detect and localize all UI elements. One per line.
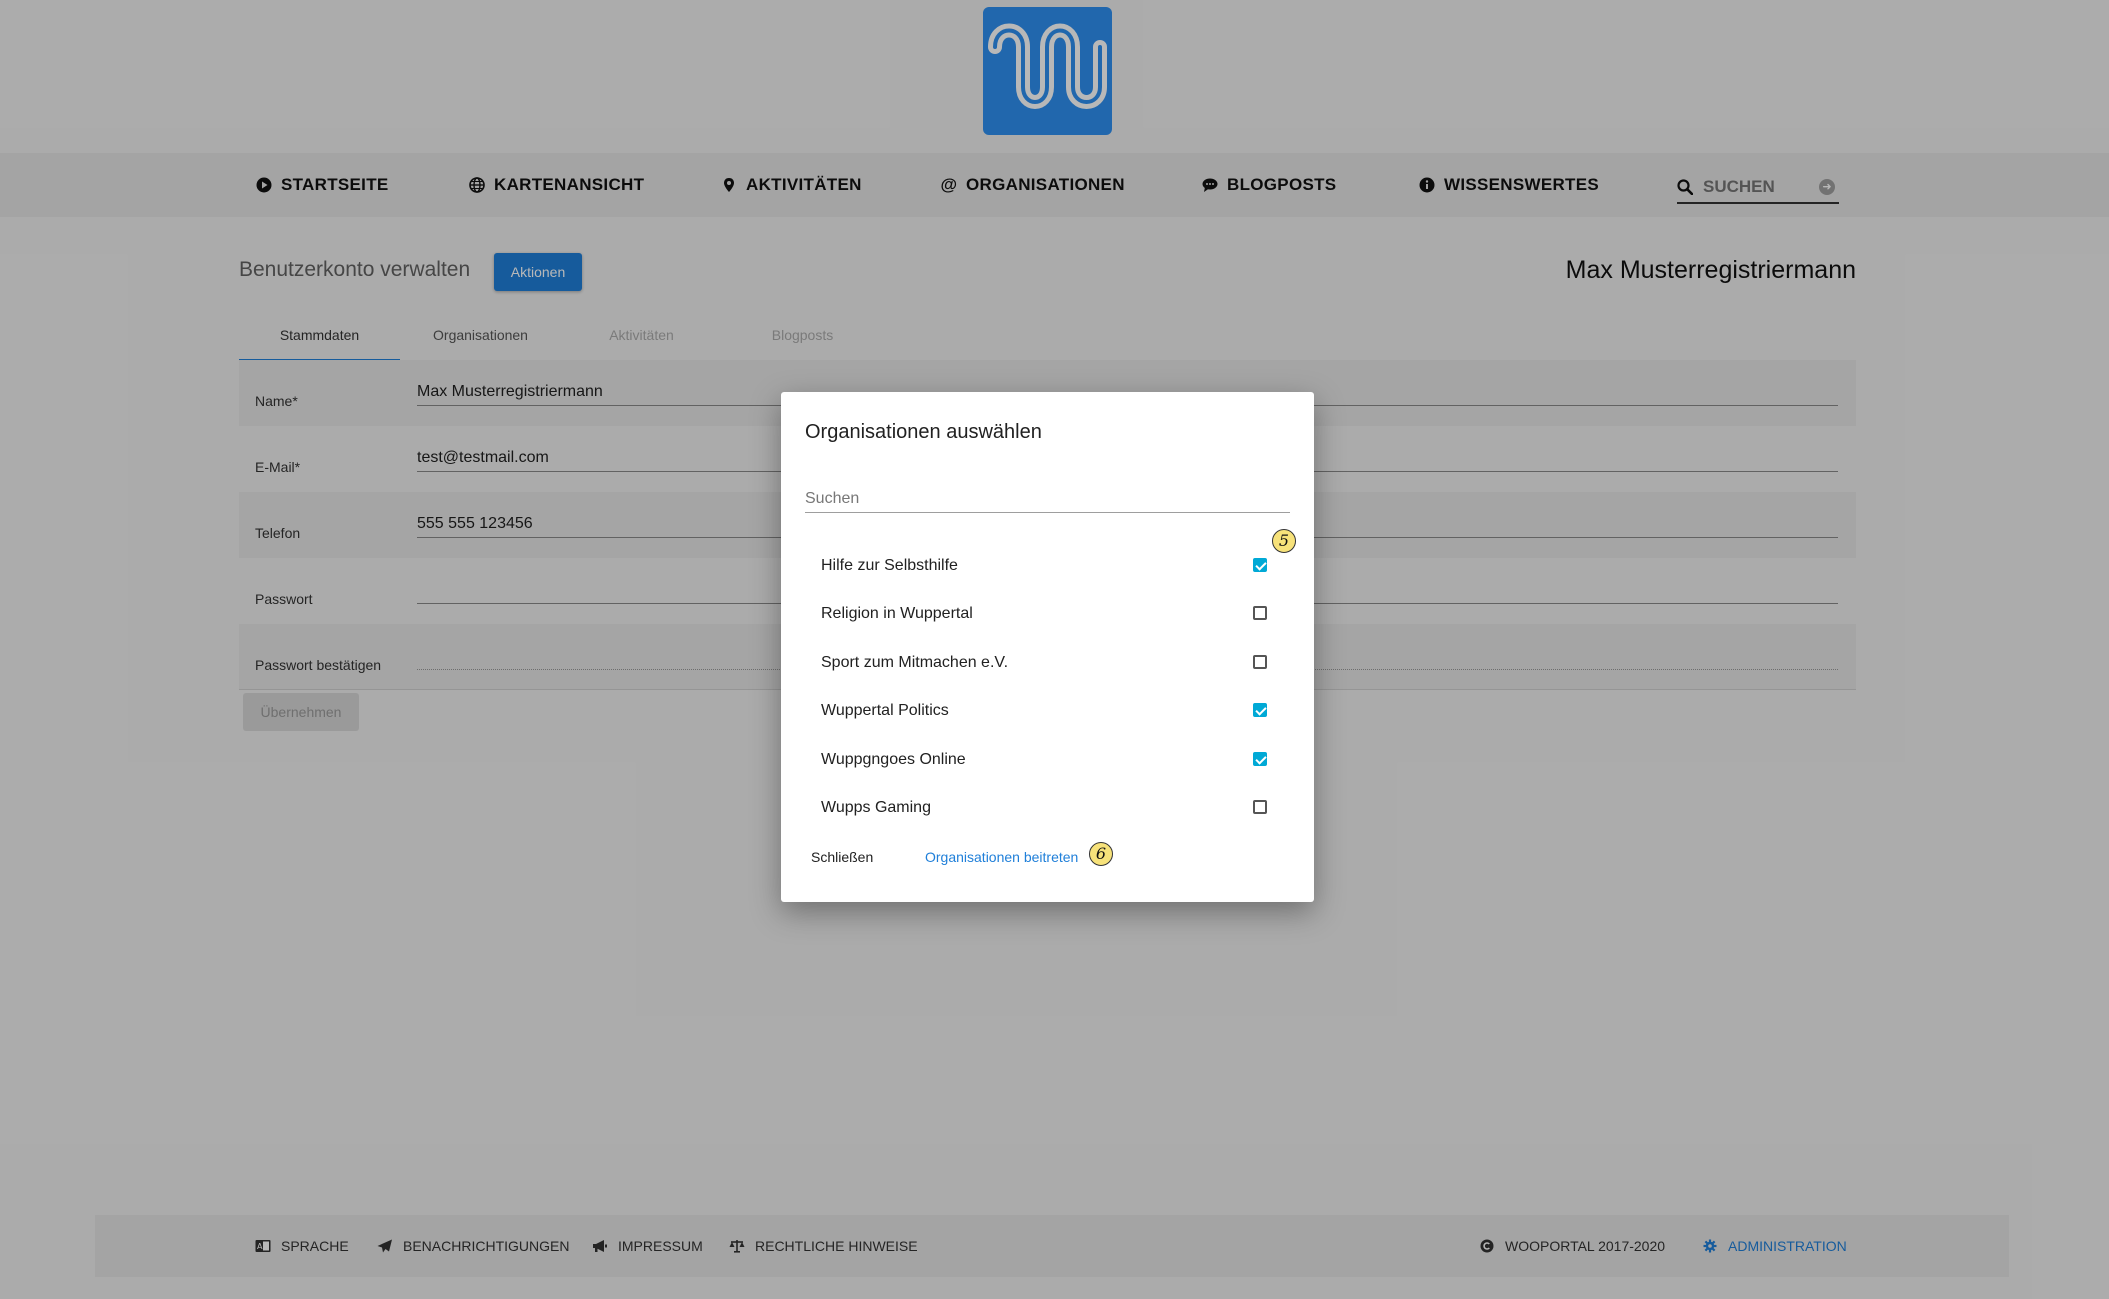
organization-option[interactable]: Hilfe zur Selbsthilfe <box>821 542 1275 590</box>
organization-checkbox[interactable] <box>1253 703 1267 717</box>
organization-label: Hilfe zur Selbsthilfe <box>821 557 958 574</box>
organization-option[interactable]: Religion in Wuppertal <box>821 590 1275 638</box>
organization-search-input[interactable] <box>805 486 1290 513</box>
step-marker: 6 <box>1089 842 1113 866</box>
select-organizations-dialog: Organisationen auswählen Hilfe zur Selbs… <box>781 392 1314 902</box>
organization-checkbox[interactable] <box>1253 606 1267 620</box>
organization-option[interactable]: Wupps Gaming <box>821 784 1275 832</box>
organization-label: Wuppgngoes Online <box>821 751 966 768</box>
step-marker: 5 <box>1272 529 1296 553</box>
join-organizations-button[interactable]: Organisationen beitreten <box>925 849 1078 865</box>
organization-option[interactable]: Wuppgngoes Online <box>821 736 1275 784</box>
organization-label: Religion in Wuppertal <box>821 605 973 622</box>
organization-label: Wuppertal Politics <box>821 702 949 719</box>
organization-label: Wupps Gaming <box>821 799 931 816</box>
organization-checkbox[interactable] <box>1253 558 1267 572</box>
organization-label: Sport zum Mitmachen e.V. <box>821 654 1009 671</box>
close-button[interactable]: Schließen <box>811 849 873 865</box>
organization-checkbox[interactable] <box>1253 800 1267 814</box>
dialog-title: Organisationen auswählen <box>805 421 1042 443</box>
organization-option[interactable]: Sport zum Mitmachen e.V. <box>821 639 1275 687</box>
organization-option[interactable]: Wuppertal Politics <box>821 687 1275 735</box>
organization-checkbox[interactable] <box>1253 655 1267 669</box>
organization-checkbox[interactable] <box>1253 752 1267 766</box>
